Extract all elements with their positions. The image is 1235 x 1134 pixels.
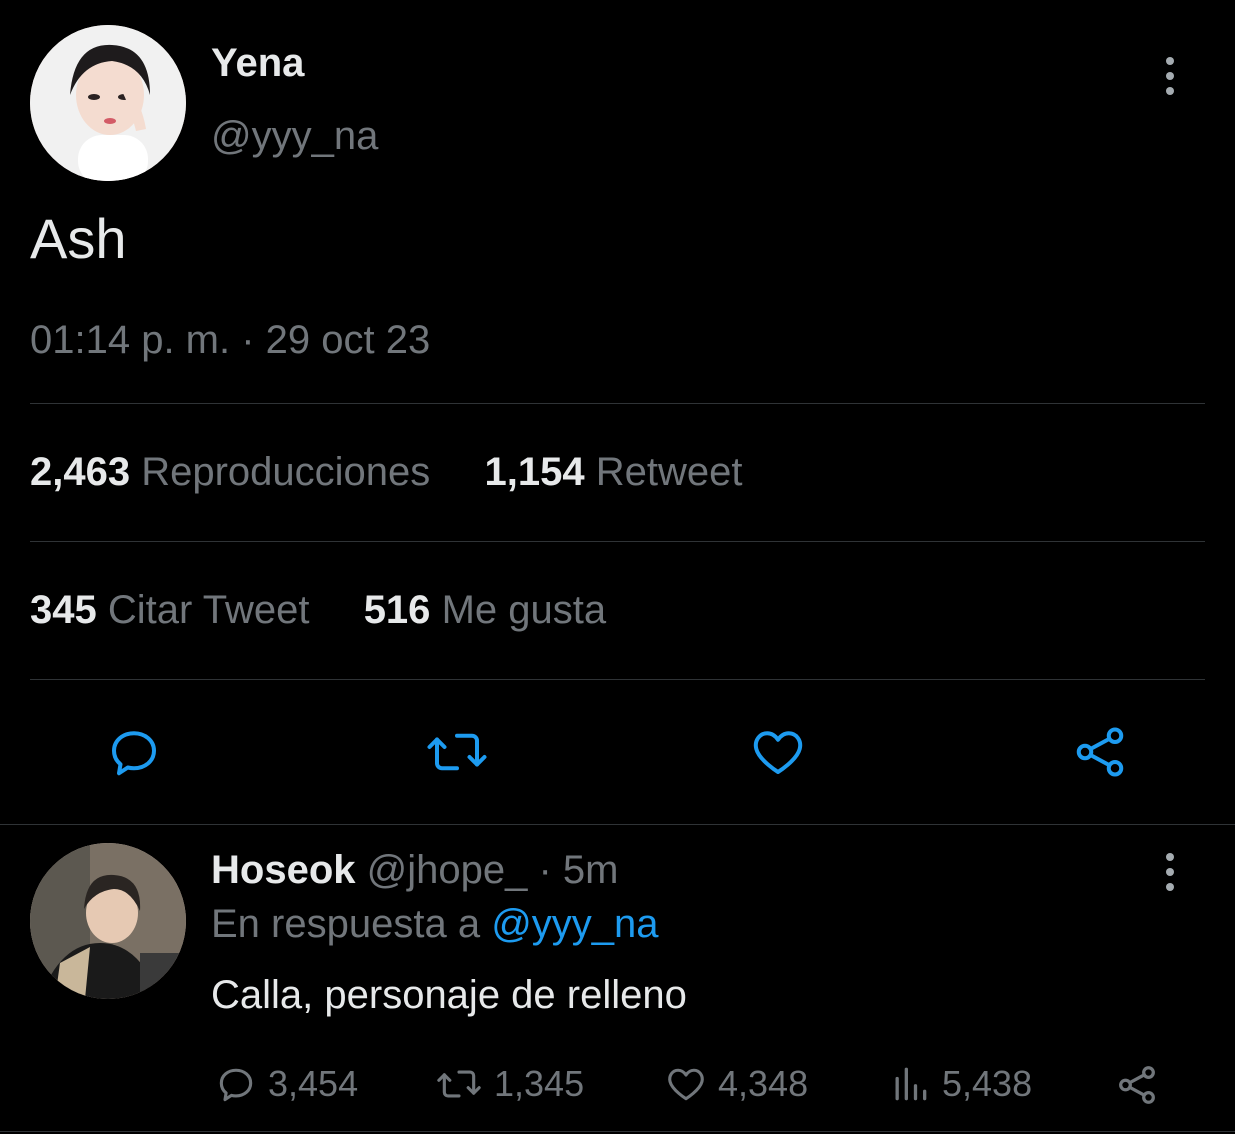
reply-text: Calla, personaje de relleno: [211, 973, 687, 1017]
reply-views-button[interactable]: 5,438: [888, 1062, 1032, 1106]
reply-author-handle[interactable]: @jhope_: [367, 848, 528, 892]
quotes-count: 345: [30, 588, 97, 632]
tweet-timestamp[interactable]: 01:14 p. m. · 29 oct 23: [30, 318, 430, 363]
author-handle[interactable]: @yyy_na: [211, 114, 378, 159]
author-avatar[interactable]: [30, 25, 186, 181]
likes-count: 516: [363, 588, 431, 632]
quotes-label: Citar Tweet: [107, 588, 310, 632]
quotes-stat[interactable]: 345 Citar Tweet: [30, 588, 321, 632]
likes-stat[interactable]: 516 Me gusta: [364, 588, 606, 632]
retweets-label: Retweet: [595, 450, 743, 494]
dot-icon: [1166, 868, 1174, 876]
reply-like-button[interactable]: 4,348: [664, 1062, 808, 1106]
reply-icon[interactable]: [104, 722, 164, 782]
dot-icon: [1166, 883, 1174, 891]
tweet-text: Ash: [30, 207, 127, 270]
views-label: Reproducciones: [141, 450, 431, 494]
more-options-button[interactable]: [1166, 57, 1174, 95]
retweets-stat[interactable]: 1,154 Retweet: [485, 450, 743, 494]
divider: [30, 403, 1205, 404]
retweet-icon: [434, 1062, 484, 1106]
dot-icon: [1166, 72, 1174, 80]
author-name[interactable]: Yena: [211, 41, 304, 86]
heart-icon[interactable]: [748, 722, 808, 782]
replying-to: En respuesta a @yyy_na: [211, 902, 659, 947]
reply-icon: [214, 1062, 258, 1106]
divider: [0, 1131, 1235, 1132]
views-stat[interactable]: 2,463 Reproducciones: [30, 450, 441, 494]
retweet-count: 1,345: [494, 1063, 585, 1104]
reply-time: · 5m: [538, 848, 619, 892]
like-count: 4,348: [718, 1063, 809, 1104]
stats-row-2: 345 Citar Tweet 516 Me gusta: [30, 588, 606, 633]
dot-icon: [1166, 87, 1174, 95]
reply-retweet-button[interactable]: 1,345: [434, 1062, 584, 1106]
share-icon: [1114, 1062, 1160, 1108]
reply-reply-button[interactable]: 3,454: [214, 1062, 358, 1106]
replying-to-label: En respuesta a: [211, 902, 481, 946]
stats-row-1: 2,463 Reproducciones 1,154 Retweet: [30, 450, 743, 495]
reply-more-options-button[interactable]: [1166, 853, 1174, 891]
heart-icon: [664, 1062, 708, 1106]
retweet-icon[interactable]: [424, 722, 490, 782]
retweets-count: 1,154: [484, 450, 585, 494]
divider: [30, 541, 1205, 542]
divider: [0, 824, 1235, 825]
share-icon[interactable]: [1070, 722, 1130, 782]
dot-icon: [1166, 853, 1174, 861]
views-count: 2,463: [30, 450, 131, 494]
views-count: 5,438: [942, 1063, 1033, 1104]
replying-to-handle-link[interactable]: @yyy_na: [491, 902, 658, 946]
views-icon: [888, 1062, 932, 1106]
reply-author-avatar[interactable]: [30, 843, 186, 999]
reply-share-button[interactable]: [1114, 1062, 1160, 1108]
reply-header: Hoseok @jhope_ · 5m: [211, 848, 618, 893]
reply-count: 3,454: [268, 1063, 359, 1104]
reply-author-name[interactable]: Hoseok: [211, 848, 356, 892]
divider: [30, 679, 1205, 680]
likes-label: Me gusta: [441, 588, 607, 632]
dot-icon: [1166, 57, 1174, 65]
